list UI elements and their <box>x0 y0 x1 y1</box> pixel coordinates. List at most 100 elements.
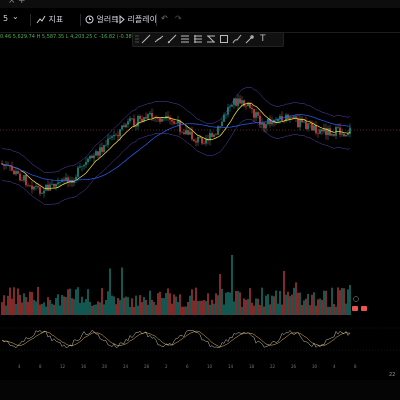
time-axis-tick: 8 <box>354 364 357 369</box>
volume-bar <box>137 305 139 315</box>
time-axis[interactable]: 4 8 12 16 20 24 28 2 6 10 14 18 22 26 30 4 8 <box>0 364 400 374</box>
volume-bar <box>165 292 167 315</box>
volume-bar <box>109 268 111 315</box>
volume-bar <box>349 284 351 315</box>
candle-body <box>191 131 193 140</box>
candle-body <box>205 138 207 144</box>
candle-body <box>45 184 47 191</box>
price-chart[interactable] <box>0 45 400 365</box>
replay-button[interactable]: 리플레이 <box>116 14 157 25</box>
redo-icon[interactable]: ↷ <box>175 14 182 23</box>
candle-body <box>299 118 301 128</box>
volume-bar <box>19 294 21 315</box>
volume-bar <box>97 301 99 315</box>
indicators-button[interactable]: 지표 <box>36 14 63 25</box>
volume-bar <box>309 305 311 315</box>
candle-body <box>251 107 253 110</box>
volume-bar <box>105 299 107 315</box>
candle-body <box>161 118 163 122</box>
volume-bar <box>195 287 197 315</box>
volume-bar <box>209 304 211 315</box>
replay-icon <box>116 14 125 25</box>
time-axis-tick: 20 <box>102 364 108 369</box>
candle-body <box>157 117 159 119</box>
fib-retracement-icon[interactable] <box>193 34 203 44</box>
candle-body <box>139 116 141 119</box>
chevron-down-icon[interactable]: ⌄ <box>12 12 19 21</box>
volume-bar <box>203 300 205 315</box>
volume-bar <box>153 301 155 315</box>
new-tab-icon[interactable]: + <box>18 0 26 6</box>
volume-bar <box>277 303 279 315</box>
volume-bar <box>331 287 333 315</box>
volume-bar <box>311 294 313 315</box>
volume-bar <box>267 294 269 315</box>
volume-bar <box>133 306 135 315</box>
parallel-channel-icon[interactable] <box>180 34 190 44</box>
volume-bar <box>279 290 281 315</box>
volume-bar <box>225 292 227 315</box>
volume-bar <box>57 294 59 315</box>
undo-icon[interactable]: ↶ <box>161 14 168 23</box>
candle-body <box>87 158 89 163</box>
volume-bar <box>239 292 241 315</box>
interval-button[interactable]: 5 <box>3 14 8 23</box>
time-axis-tick: 16 <box>81 364 87 369</box>
candle-body <box>137 116 139 127</box>
volume-bar <box>345 303 347 315</box>
candle-body <box>113 134 115 137</box>
volume-bar <box>281 304 283 315</box>
candle-body <box>293 116 295 119</box>
horizontal-line-icon[interactable] <box>154 34 164 44</box>
volume-bar <box>75 289 77 315</box>
pen-icon[interactable] <box>245 34 255 44</box>
volume-bar <box>93 304 95 315</box>
candle-body <box>19 173 21 181</box>
candle-body <box>31 185 33 190</box>
ohlc-legend: 0.46 5,629.74 H 5,587.35 L 4,203.25 C -1… <box>0 34 139 40</box>
candle-body <box>225 114 227 116</box>
toolbar-divider <box>80 14 81 26</box>
volume-bar <box>83 302 85 315</box>
volume-bar <box>259 305 261 315</box>
rectangle-icon[interactable] <box>219 34 229 44</box>
candle-body <box>345 134 347 137</box>
volume-bar <box>17 288 19 315</box>
candle-body <box>77 167 79 177</box>
volume-bar <box>207 293 209 315</box>
candle-body <box>303 121 305 123</box>
volume-bar <box>69 288 71 315</box>
candle-body <box>103 145 105 152</box>
volume-bar <box>55 297 57 315</box>
drag-handle-icon[interactable] <box>135 34 139 45</box>
volume-bar <box>265 295 267 315</box>
candle-body <box>333 134 335 136</box>
volume-bar <box>9 287 11 315</box>
volume-bar <box>295 282 297 315</box>
text-icon[interactable]: T <box>260 34 266 44</box>
gann-icon[interactable] <box>206 34 216 44</box>
volume-bar <box>11 298 13 315</box>
candle-body <box>1 163 3 165</box>
volume-bar <box>141 302 143 315</box>
volume-bar <box>135 295 137 315</box>
brush-icon[interactable] <box>232 34 242 44</box>
volume-bar <box>149 290 151 315</box>
volume-bar <box>229 292 231 315</box>
candle-body <box>97 151 99 156</box>
volume-bar <box>79 302 81 315</box>
volume-bar <box>73 299 75 315</box>
trend-line-icon[interactable] <box>141 34 151 44</box>
volume-bar <box>139 295 141 315</box>
volume-bar <box>143 297 145 315</box>
volume-bar <box>287 291 289 315</box>
alerts-button[interactable]: 얼러트 <box>85 14 119 25</box>
volume-bar <box>89 301 91 315</box>
tab-close-icon[interactable]: × <box>8 0 16 6</box>
candle-body <box>241 100 243 104</box>
candle-body <box>309 123 311 124</box>
candle-body <box>135 126 137 128</box>
ray-icon[interactable] <box>167 34 177 44</box>
time-axis-tick: 2 <box>165 364 168 369</box>
volume-bar <box>39 304 41 315</box>
